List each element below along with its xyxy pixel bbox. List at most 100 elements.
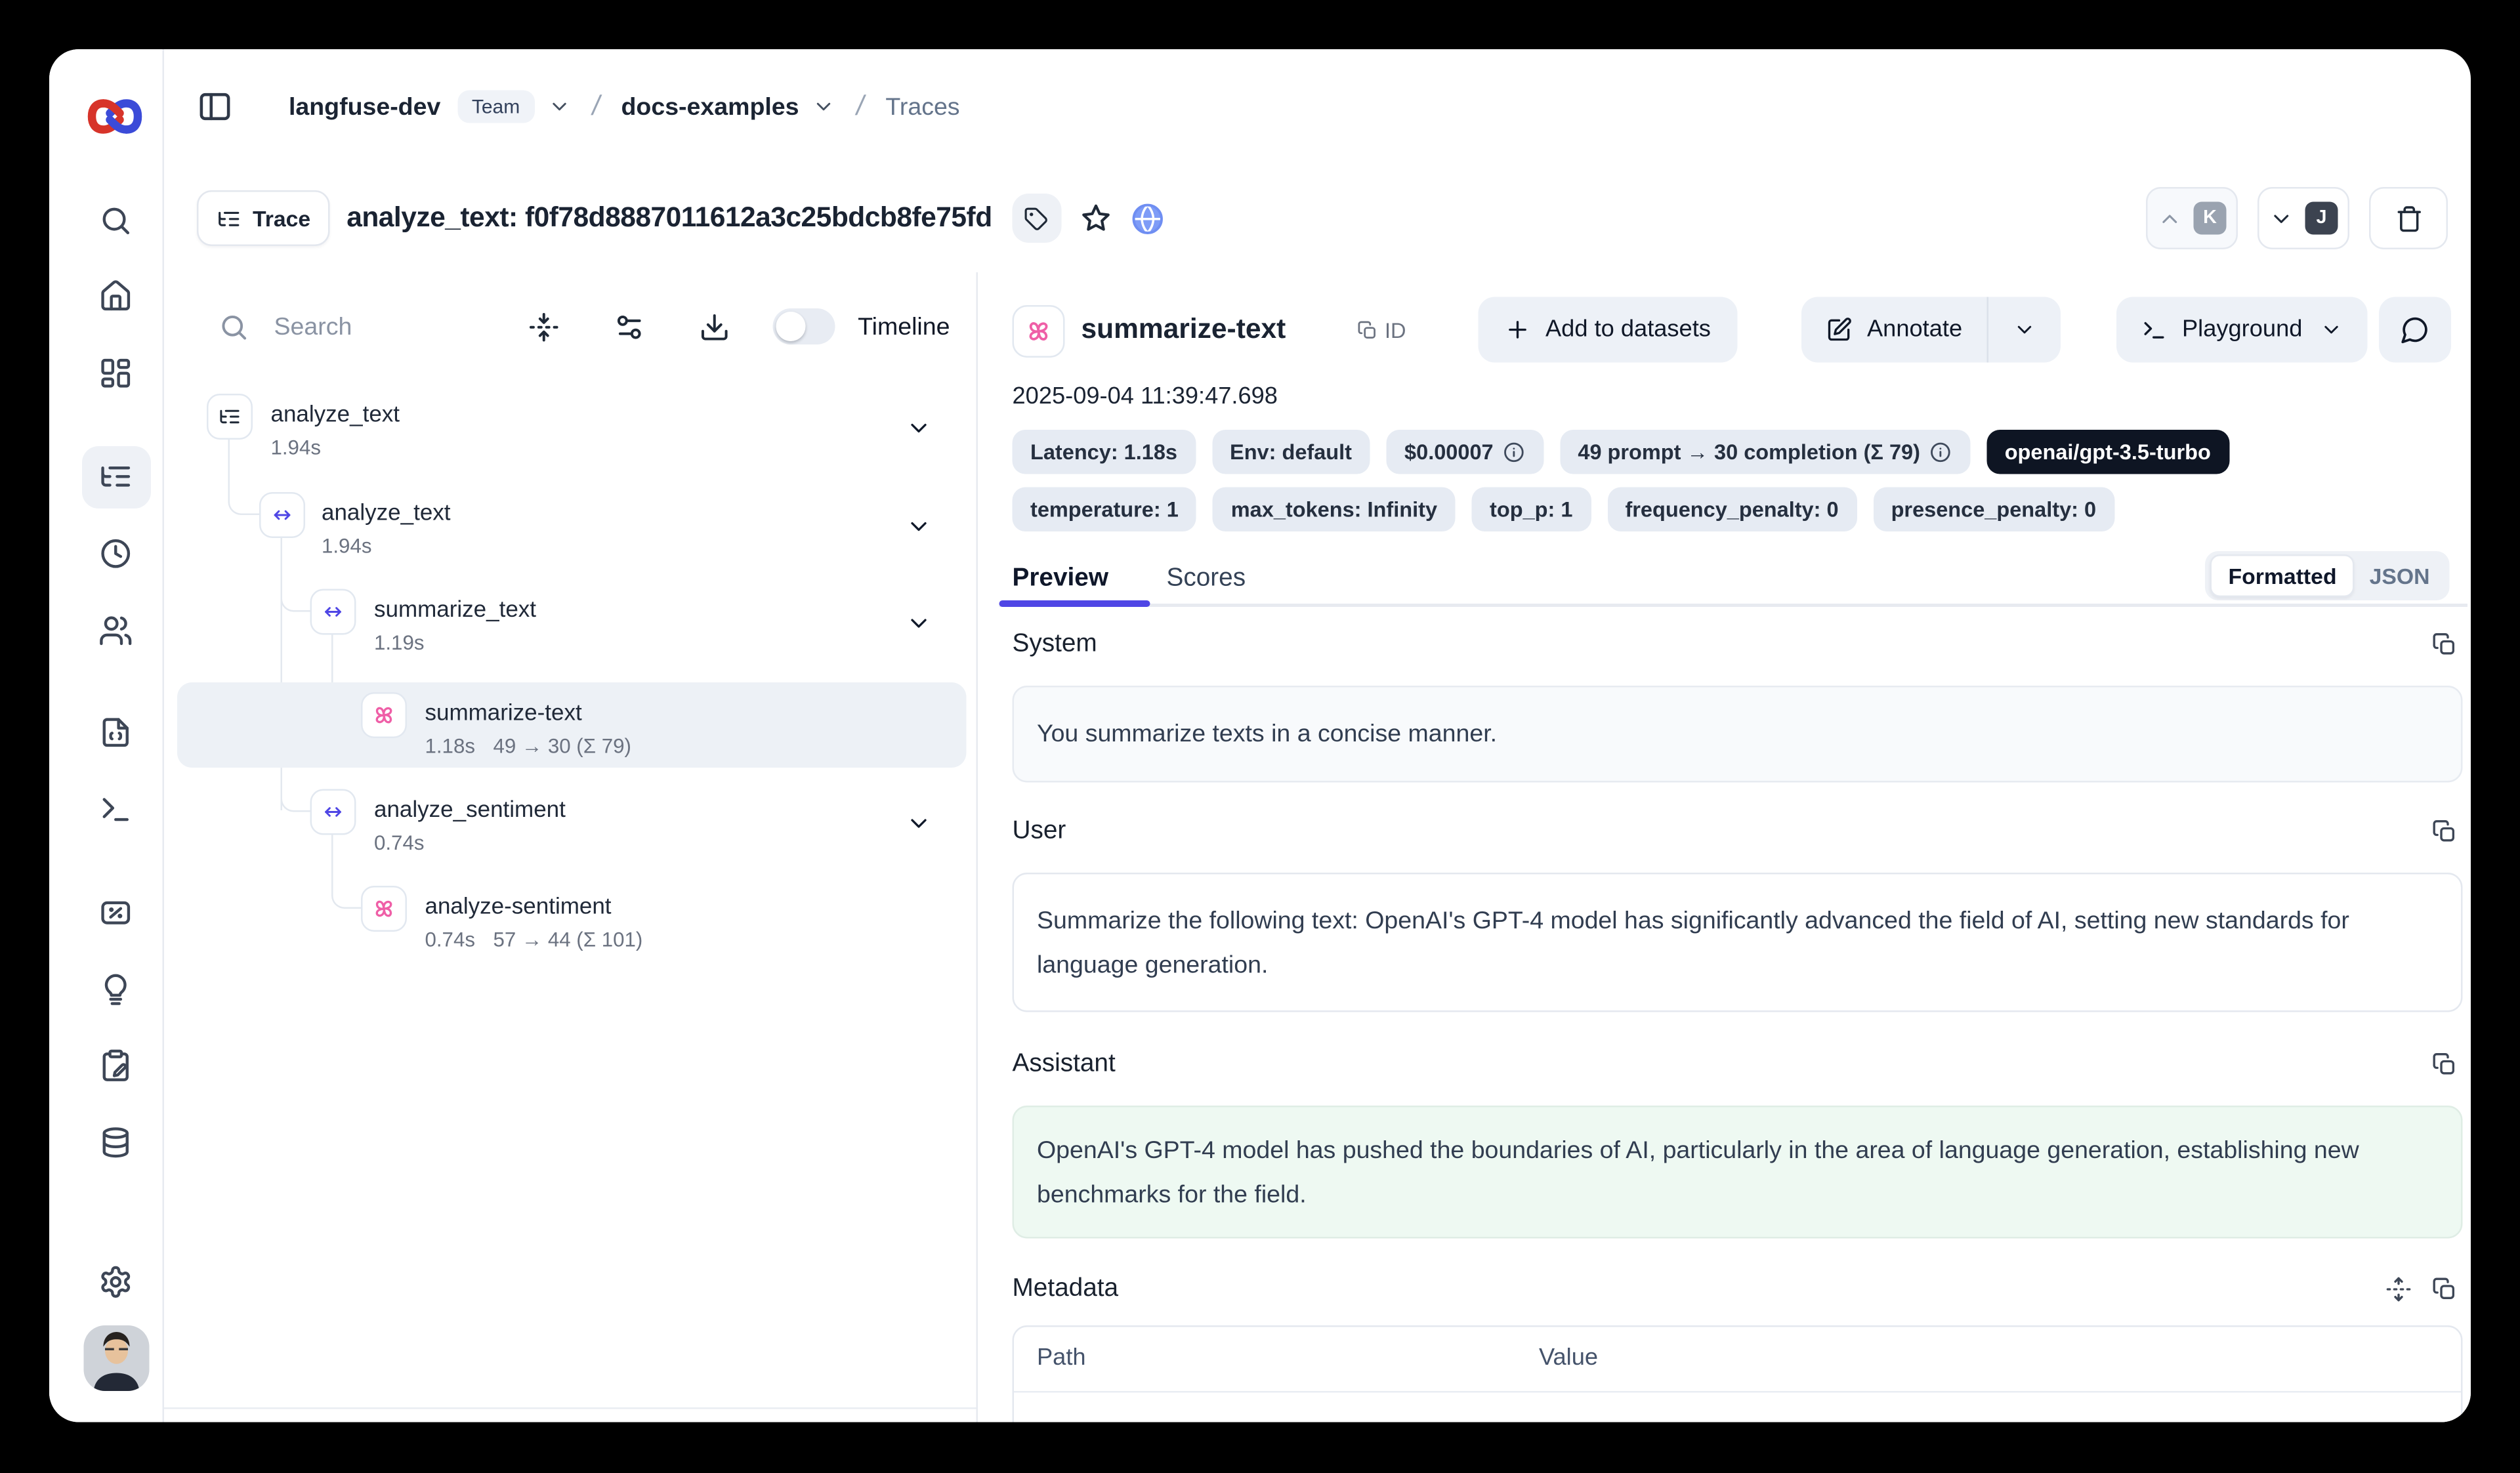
- metadata-table-card: Path Value: [1013, 1325, 2463, 1422]
- chevron-down-icon[interactable]: [906, 415, 932, 442]
- timeline-toggle[interactable]: [772, 308, 835, 344]
- active-tab-underline: [999, 600, 1150, 606]
- tree-node-analyze-sentiment-span[interactable]: analyze_sentiment 0.74s: [177, 779, 967, 868]
- copy-icon[interactable]: [2431, 632, 2458, 658]
- settings-gear-icon[interactable]: [98, 1265, 133, 1300]
- node-label: analyze-sentiment: [425, 892, 612, 919]
- playground-button[interactable]: Playground: [2116, 297, 2368, 363]
- dashboard-icon[interactable]: [98, 356, 133, 391]
- chevron-down-icon[interactable]: [548, 95, 571, 118]
- tab-scores[interactable]: Scores: [1167, 564, 1246, 594]
- node-duration: 1.19s: [374, 632, 424, 655]
- metadata-col-value: Value: [1539, 1345, 1598, 1371]
- sessions-clock-icon[interactable]: [98, 537, 133, 571]
- annotate-button[interactable]: Annotate: [1801, 297, 1987, 363]
- metadata-section-heading: Metadata: [1013, 1275, 1119, 1304]
- breadcrumb: langfuse-dev Team / docs-examples / Trac…: [163, 49, 2471, 164]
- chevron-down-icon[interactable]: [812, 95, 835, 118]
- search-icon: [219, 311, 250, 342]
- user-message-text: Summarize the following text: OpenAI's G…: [1037, 899, 2385, 987]
- shortcut-key-k: K: [2194, 202, 2227, 235]
- chevron-down-icon: [2269, 206, 2294, 231]
- tree-node-summarize-text-span[interactable]: summarize_text 1.19s: [177, 579, 967, 668]
- token-usage-badge[interactable]: 49 prompt → 30 completion (Σ 79): [1560, 430, 1970, 474]
- view-settings-icon[interactable]: [614, 311, 645, 342]
- shortcut-key-j: J: [2305, 202, 2338, 235]
- copy-icon[interactable]: [2431, 1052, 2458, 1078]
- trash-icon: [2395, 204, 2423, 232]
- span-node-icon: [259, 492, 305, 538]
- breadcrumb-separator: /: [589, 91, 603, 123]
- metadata-table-header: Path Value: [1014, 1327, 2461, 1393]
- system-message-text: You summarize texts in a concise manner.: [1037, 712, 1497, 757]
- system-section-heading: System: [1013, 630, 1097, 659]
- trace-tree-panel: Timeline analyze_text 1.94s analyze_text…: [164, 272, 978, 1422]
- collapse-all-icon[interactable]: [528, 311, 560, 342]
- bookmark-star-icon[interactable]: [1079, 202, 1112, 235]
- add-to-datasets-button[interactable]: Add to datasets: [1479, 297, 1737, 363]
- sidebar-toggle-icon[interactable]: [197, 89, 233, 125]
- tree-node-analyze-text-span[interactable]: analyze_text 1.94s: [177, 482, 967, 571]
- prompts-icon[interactable]: [98, 715, 133, 750]
- next-trace-button[interactable]: J: [2258, 187, 2349, 249]
- langfuse-logo-icon[interactable]: [85, 89, 144, 144]
- node-duration: 1.94s: [271, 436, 321, 459]
- user-section-heading: User: [1013, 817, 1066, 846]
- node-metrics: 1.18s49 → 30 (Σ 79): [425, 735, 631, 758]
- tree-search-input[interactable]: [271, 311, 458, 342]
- observation-timestamp: 2025-09-04 11:39:47.698: [1013, 384, 1278, 410]
- tree-node-summarize-text-generation[interactable]: summarize-text 1.18s49 → 30 (Σ 79): [177, 682, 967, 768]
- json-option[interactable]: JSON: [2355, 564, 2445, 589]
- scores-percent-icon[interactable]: [98, 896, 133, 930]
- users-icon[interactable]: [98, 613, 133, 648]
- terminal-icon: [2141, 317, 2168, 343]
- formatted-option[interactable]: Formatted: [2210, 554, 2355, 597]
- delete-trace-button[interactable]: [2369, 187, 2448, 249]
- annotate-dropdown-button[interactable]: [1988, 297, 2061, 363]
- node-label: analyze_text: [322, 499, 451, 525]
- model-badge[interactable]: openai/gpt-3.5-turbo: [1986, 430, 2229, 474]
- public-globe-icon[interactable]: [1130, 201, 1165, 236]
- top-p-badge: top_p: 1: [1472, 488, 1591, 532]
- max-tokens-badge: max_tokens: Infinity: [1213, 488, 1455, 532]
- comments-button[interactable]: [2379, 297, 2451, 363]
- copy-icon[interactable]: [2431, 1276, 2458, 1302]
- playground-terminal-icon[interactable]: [98, 793, 133, 827]
- chevron-down-icon[interactable]: [906, 514, 932, 540]
- chevron-down-icon: [2320, 318, 2343, 341]
- prev-trace-button[interactable]: K: [2146, 187, 2238, 249]
- chevron-down-icon[interactable]: [906, 810, 932, 837]
- tree-connector: [281, 535, 284, 810]
- chevron-down-icon[interactable]: [906, 610, 932, 636]
- copy-icon[interactable]: [2431, 819, 2458, 845]
- lightbulb-icon[interactable]: [98, 973, 133, 1008]
- tree-node-analyze-text-root[interactable]: analyze_text 1.94s: [177, 384, 967, 472]
- metadata-col-path: Path: [1037, 1345, 1086, 1371]
- tracing-icon[interactable]: [98, 459, 133, 494]
- expand-vertical-icon[interactable]: [2385, 1276, 2412, 1302]
- cost-badge[interactable]: $0.00007: [1387, 430, 1544, 474]
- node-metrics: 0.74s57 → 44 (Σ 101): [425, 928, 643, 951]
- copy-id-button[interactable]: ID: [1357, 318, 1406, 343]
- observation-detail-panel: summarize-text ID Add to datasets Annota…: [978, 272, 2471, 1422]
- breadcrumb-project[interactable]: langfuse-dev: [289, 93, 440, 121]
- timeline-toggle-label: Timeline: [858, 312, 950, 341]
- download-icon[interactable]: [699, 311, 730, 342]
- temperature-badge: temperature: 1: [1013, 488, 1197, 532]
- datasets-database-icon[interactable]: [98, 1125, 133, 1160]
- breadcrumb-environment[interactable]: docs-examples: [621, 93, 799, 121]
- tags-button[interactable]: [1012, 194, 1061, 243]
- generation-node-icon: [361, 886, 407, 932]
- breadcrumb-page[interactable]: Traces: [885, 93, 959, 121]
- assistant-message-text: OpenAI's GPT-4 model has pushed the boun…: [1037, 1129, 2385, 1217]
- node-duration: 1.94s: [322, 535, 371, 558]
- chevron-down-icon: [2013, 318, 2036, 341]
- env-badge: Env: default: [1212, 430, 1370, 474]
- user-avatar[interactable]: [84, 1325, 150, 1391]
- tab-preview[interactable]: Preview: [1013, 564, 1109, 594]
- home-icon[interactable]: [98, 279, 133, 314]
- search-icon[interactable]: [98, 203, 133, 238]
- project-type-badge: Team: [457, 91, 534, 123]
- annotation-clipboard-icon[interactable]: [98, 1048, 133, 1083]
- tree-node-analyze-sentiment-generation[interactable]: analyze-sentiment 0.74s57 → 44 (Σ 101): [177, 876, 967, 965]
